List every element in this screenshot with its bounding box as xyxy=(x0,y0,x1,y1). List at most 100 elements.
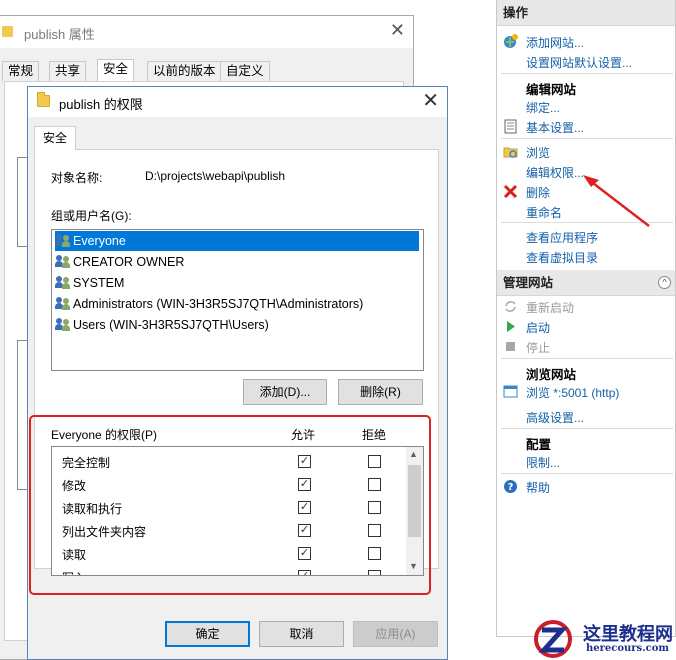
permission-name: 读取和执行 xyxy=(62,502,123,516)
site-defaults-link[interactable]: 设置网站默认设置... xyxy=(526,54,632,71)
user-name: Users (WIN-3H3R5SJ7QTH\Users) xyxy=(73,318,269,332)
permissions-titlebar: publish 的权限 ✕ xyxy=(28,87,447,117)
cancel-button[interactable]: 取消 xyxy=(259,621,344,647)
user-row[interactable]: Everyone xyxy=(55,231,419,251)
deny-checkbox[interactable] xyxy=(368,501,381,514)
user-name: Everyone xyxy=(73,234,126,248)
users-group-icon xyxy=(55,317,71,331)
user-name: Administrators (WIN-3H3R5SJ7QTH\Administ… xyxy=(73,297,364,311)
configure-heading: 配置 xyxy=(526,438,552,452)
permission-row: 完全控制 ✓ xyxy=(62,450,402,472)
user-row[interactable]: SYSTEM xyxy=(55,273,419,293)
explore-folder-icon xyxy=(503,147,518,158)
permissions-body: 对象名称: D:\projects\webapi\publish 组或用户名(G… xyxy=(34,149,439,576)
deny-checkbox[interactable] xyxy=(368,524,381,537)
scroll-down-icon[interactable]: ▼ xyxy=(409,561,418,571)
tab-previous-versions[interactable]: 以前的版本 xyxy=(147,61,222,81)
permission-row: 修改 ✓ xyxy=(62,473,402,495)
site-logo-icon xyxy=(534,620,572,658)
permission-row: 读取 ✓ xyxy=(62,542,402,564)
deny-checkbox[interactable] xyxy=(368,547,381,560)
restart-icon xyxy=(505,301,516,312)
start-link[interactable]: 启动 xyxy=(526,319,550,336)
watermark-url: herecours.com xyxy=(586,643,670,654)
divider xyxy=(501,222,673,223)
add-button[interactable]: 添加(D)... xyxy=(243,379,327,405)
divider xyxy=(501,138,673,139)
permission-row: 列出文件夹内容 ✓ xyxy=(62,519,402,541)
divider xyxy=(501,73,673,74)
stop-square-icon xyxy=(506,342,515,351)
browse-page-icon xyxy=(503,385,518,398)
view-applications-link[interactable]: 查看应用程序 xyxy=(526,229,598,246)
allow-checkbox[interactable]: ✓ xyxy=(298,455,311,468)
users-list[interactable]: Everyone CREATOR OWNER SYSTEM Administra… xyxy=(51,229,424,371)
allow-checkbox[interactable]: ✓ xyxy=(298,547,311,560)
allow-checkbox[interactable]: ✓ xyxy=(298,478,311,491)
tab-sharing[interactable]: 共享 xyxy=(49,61,87,81)
user-name: CREATOR OWNER xyxy=(73,255,185,269)
properties-titlebar: publish 属性 ✕ xyxy=(0,16,413,48)
rename-link[interactable]: 重命名 xyxy=(526,204,562,221)
basic-settings-link[interactable]: 基本设置... xyxy=(526,119,584,136)
limits-link[interactable]: 限制... xyxy=(526,454,560,471)
tab-general[interactable]: 常规 xyxy=(2,61,40,81)
settings-page-icon xyxy=(504,119,517,134)
permission-row: 写入 ✓ xyxy=(62,565,402,575)
stop-link[interactable]: 停止 xyxy=(526,339,550,356)
tab-customize[interactable]: 自定义 xyxy=(220,61,270,81)
tab-security[interactable]: 安全 xyxy=(34,126,77,150)
scroll-thumb[interactable] xyxy=(408,465,421,537)
apply-button[interactable]: 应用(A) xyxy=(353,621,438,647)
permission-row: 读取和执行 ✓ xyxy=(62,496,402,518)
allow-column-header: 允许 xyxy=(291,428,316,442)
deny-checkbox[interactable] xyxy=(368,478,381,491)
deny-checkbox[interactable] xyxy=(368,570,381,575)
user-row[interactable]: Administrators (WIN-3H3R5SJ7QTH\Administ… xyxy=(55,294,419,314)
actions-pane: 操作 添加网站... 设置网站默认设置... 编辑网站 绑定... 基本设置..… xyxy=(496,0,676,637)
folder-icon xyxy=(37,92,50,107)
edit-permissions-link[interactable]: 编辑权限... xyxy=(526,164,584,181)
collapse-icon[interactable]: ^ xyxy=(658,276,671,289)
object-name-value: D:\projects\webapi\publish xyxy=(145,169,286,183)
users-group-icon xyxy=(55,233,71,247)
start-play-icon xyxy=(507,321,515,332)
deny-column-header: 拒绝 xyxy=(362,428,387,442)
delete-link[interactable]: 删除 xyxy=(526,184,550,201)
close-icon[interactable]: ✕ xyxy=(422,89,439,113)
users-group-icon xyxy=(55,296,71,310)
browse-port-link[interactable]: 浏览 *:5001 (http) xyxy=(526,384,619,401)
add-site-link[interactable]: 添加网站... xyxy=(526,34,584,51)
user-row[interactable]: Users (WIN-3H3R5SJ7QTH\Users) xyxy=(55,315,419,335)
permission-name: 列出文件夹内容 xyxy=(62,525,147,539)
properties-tabs: 常规 共享 安全 以前的版本 自定义 xyxy=(0,59,414,83)
allow-checkbox[interactable]: ✓ xyxy=(298,524,311,537)
browse-site-heading: 浏览网站 xyxy=(526,368,577,382)
view-virtual-directories-link[interactable]: 查看虚拟目录 xyxy=(526,249,598,266)
scroll-up-icon[interactable]: ▲ xyxy=(409,449,418,459)
permissions-list[interactable]: 完全控制 ✓ 修改 ✓ 读取和执行 ✓ 列出文件夹内容 ✓ 读取 ✓ 写入 ✓ ▲ ▼ xyxy=(51,446,424,576)
explore-link[interactable]: 浏览 xyxy=(526,144,550,161)
advanced-settings-link[interactable]: 高级设置... xyxy=(526,409,584,426)
manage-site-label: 管理网站 xyxy=(503,276,554,290)
allow-checkbox[interactable]: ✓ xyxy=(298,501,311,514)
group-users-label: 组或用户名(G): xyxy=(51,209,132,223)
ok-button[interactable]: 确定 xyxy=(165,621,250,647)
remove-button[interactable]: 删除(R) xyxy=(338,379,423,405)
permission-name: 写入 xyxy=(62,569,86,575)
tab-security[interactable]: 安全 xyxy=(97,59,135,83)
help-link[interactable]: 帮助 xyxy=(526,479,550,496)
scrollbar[interactable]: ▲ ▼ xyxy=(406,447,423,575)
help-icon: ? xyxy=(504,480,517,493)
properties-title: publish 属性 xyxy=(24,27,95,42)
restart-link[interactable]: 重新启动 xyxy=(526,299,574,316)
user-row[interactable]: CREATOR OWNER xyxy=(55,252,419,272)
actions-header-label: 操作 xyxy=(503,6,529,20)
watermark: 这里教程网 herecours.com xyxy=(528,616,676,660)
allow-checkbox[interactable]: ✓ xyxy=(298,570,311,575)
divider xyxy=(501,428,673,429)
folder-icon xyxy=(2,26,13,37)
close-icon[interactable]: ✕ xyxy=(390,20,405,41)
deny-checkbox[interactable] xyxy=(368,455,381,468)
bindings-link[interactable]: 绑定... xyxy=(526,99,560,116)
